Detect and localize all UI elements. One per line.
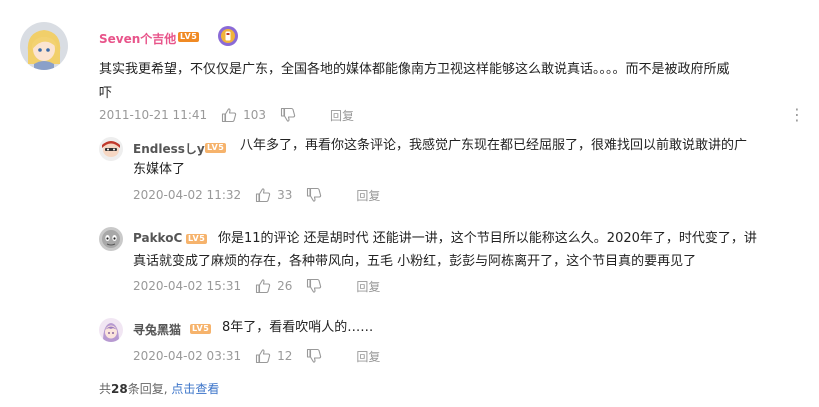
more-icon[interactable]: ⋮ (789, 105, 806, 124)
timestamp: 2020-04-02 15:31 (133, 279, 242, 293)
main-level-badge: LV5 (178, 32, 200, 42)
like-count: 103 (243, 108, 267, 122)
reply-text-line-2: 真话就变成了麻烦的存在，各种带风向，五毛 小粉红，彭彭与阿栋离开了，这个节目真的… (133, 254, 697, 269)
reply-level-badge: LV5 (186, 234, 208, 244)
timestamp: 2011-10-21 11:41 (99, 108, 208, 122)
reply-text-line-1: 8年了，看看吹哨人的…… (222, 320, 374, 335)
reply-avatar[interactable] (99, 137, 123, 161)
thumb-down-icon[interactable] (306, 187, 322, 203)
timestamp: 2020-04-02 03:31 (133, 349, 242, 363)
reply-button[interactable]: 回复 (356, 278, 380, 295)
reply-text-wrap: 东媒体了 (133, 158, 793, 182)
reply-count-footer: 共28条回复, 点击查看 (99, 380, 219, 397)
reply-text: 8年了，看看吹哨人的…… (222, 316, 782, 340)
main-comment-text: 其实我更希望，不仅仅是广东，全国各地的媒体都能像南方卫视这样能够这么敢说真话。。… (99, 58, 789, 106)
like-count: 26 (277, 279, 293, 293)
thumb-down-icon[interactable] (306, 348, 322, 364)
avatar-image-icon (20, 22, 68, 70)
reply-avatar[interactable] (99, 318, 123, 342)
timestamp: 2020-04-02 11:32 (133, 188, 242, 202)
medal-badge-icon (217, 25, 239, 47)
reply-button[interactable]: 回复 (356, 348, 380, 365)
reply-text: 八年多了，再看你这条评论，我感觉广东现在都已经屈服了，很难找回以前敢说敢讲的广 (240, 134, 795, 158)
thumb-up-icon[interactable] (221, 107, 237, 123)
main-username[interactable]: Seven个吉他 (99, 30, 176, 47)
reply-button[interactable]: 回复 (330, 107, 354, 124)
reply-level-badge: LV5 (190, 324, 212, 334)
avatar-image-icon (99, 318, 123, 342)
main-comment-meta: 2011-10-21 11:41 103 回复 (99, 106, 354, 124)
reply-text-line-2: 东媒体了 (133, 162, 186, 177)
thumb-down-icon[interactable] (280, 107, 296, 123)
like-count: 33 (277, 188, 293, 202)
reply-text-line-1: 八年多了，再看你这条评论，我感觉广东现在都已经屈服了，很难找回以前敢说敢讲的广 (240, 138, 748, 153)
footer-prefix: 共 (99, 382, 112, 396)
reply-button[interactable]: 回复 (356, 187, 380, 204)
thumb-up-icon[interactable] (255, 348, 271, 364)
main-avatar[interactable] (20, 22, 68, 70)
reply-text: 你是11的评论 还是胡时代 还能讲一讲，这个节目所以能称这么久。2020年了，时… (218, 227, 798, 251)
reply-avatar[interactable] (99, 227, 123, 251)
footer-count: 28 (111, 382, 128, 396)
reply-username[interactable]: PakkoC (133, 231, 182, 245)
reply-text-wrap: 真话就变成了麻烦的存在，各种带风向，五毛 小粉红，彭彭与阿栋离开了，这个节目真的… (133, 250, 793, 274)
main-comment-line-2: 吓 (99, 86, 113, 101)
avatar-image-icon (99, 227, 123, 251)
reply-username[interactable]: Endlessしу (133, 140, 205, 157)
view-all-replies-link[interactable]: 点击查看 (171, 382, 219, 396)
thumb-up-icon[interactable] (255, 278, 271, 294)
reply-meta: 2020-04-02 11:32 33 回复 (133, 186, 380, 204)
thumb-down-icon[interactable] (306, 278, 322, 294)
main-comment-line-1: 其实我更希望，不仅仅是广东，全国各地的媒体都能像南方卫视这样能够这么敢说真话。。… (99, 62, 730, 77)
thumb-up-icon[interactable] (255, 187, 271, 203)
like-count: 12 (277, 349, 293, 363)
avatar-image-icon (99, 137, 123, 161)
reply-meta: 2020-04-02 15:31 26 回复 (133, 277, 380, 295)
reply-username[interactable]: 寻兔黑猫 (133, 321, 181, 338)
reply-meta: 2020-04-02 03:31 12 回复 (133, 347, 380, 365)
reply-text-line-1: 你是11的评论 还是胡时代 还能讲一讲，这个节目所以能称这么久。2020年了，时… (218, 231, 757, 246)
reply-level-badge: LV5 (205, 143, 227, 153)
footer-suffix: 条回复, (127, 382, 168, 396)
